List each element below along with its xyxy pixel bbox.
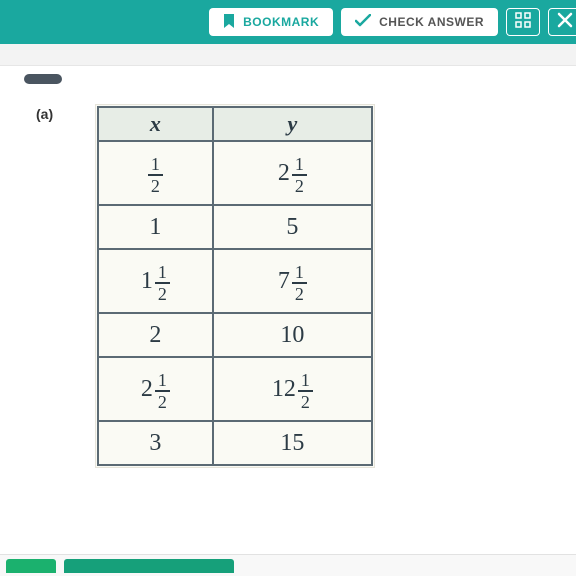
sub-toolbar-strip bbox=[0, 44, 576, 66]
check-answer-label: CHECK ANSWER bbox=[379, 15, 484, 29]
scanned-table-image: x y 12 212 1 5 112 712 bbox=[95, 104, 375, 468]
part-label: (a) bbox=[36, 106, 53, 122]
table-row: 2 10 bbox=[98, 313, 372, 357]
bookmark-icon bbox=[223, 14, 235, 31]
check-answer-button[interactable]: CHECK ANSWER bbox=[341, 8, 498, 36]
col-header-y: y bbox=[213, 107, 372, 141]
cell-y: 212 bbox=[213, 141, 372, 205]
bottom-bar bbox=[0, 554, 576, 576]
table-row: 1 5 bbox=[98, 205, 372, 249]
bottom-button-a[interactable] bbox=[6, 559, 56, 573]
cell-x: 1 bbox=[98, 205, 213, 249]
table-row: 112 712 bbox=[98, 249, 372, 313]
cell-x: 112 bbox=[98, 249, 213, 313]
cell-y: 15 bbox=[213, 421, 372, 465]
bookmark-label: BOOKMARK bbox=[243, 15, 319, 29]
bottom-button-b[interactable] bbox=[64, 559, 234, 573]
cell-x: 3 bbox=[98, 421, 213, 465]
col-header-x: x bbox=[98, 107, 213, 141]
question-content: (a) x y 12 212 1 5 112 bbox=[0, 66, 576, 554]
cell-x: 12 bbox=[98, 141, 213, 205]
table-header-row: x y bbox=[98, 107, 372, 141]
grid-button[interactable] bbox=[506, 8, 540, 36]
check-icon bbox=[355, 14, 371, 31]
bookmark-button[interactable]: BOOKMARK bbox=[209, 8, 333, 36]
question-number-chip bbox=[24, 74, 62, 84]
cell-y: 5 bbox=[213, 205, 372, 249]
grid-icon bbox=[515, 12, 531, 33]
close-icon bbox=[557, 12, 573, 33]
cell-x: 212 bbox=[98, 357, 213, 421]
cell-x: 2 bbox=[98, 313, 213, 357]
cell-y: 10 bbox=[213, 313, 372, 357]
table-row: 212 1212 bbox=[98, 357, 372, 421]
xy-table: x y 12 212 1 5 112 712 bbox=[97, 106, 373, 466]
table-row: 12 212 bbox=[98, 141, 372, 205]
cell-y: 712 bbox=[213, 249, 372, 313]
close-button[interactable] bbox=[548, 8, 576, 36]
cell-y: 1212 bbox=[213, 357, 372, 421]
top-toolbar: BOOKMARK CHECK ANSWER bbox=[0, 0, 576, 44]
table-row: 3 15 bbox=[98, 421, 372, 465]
